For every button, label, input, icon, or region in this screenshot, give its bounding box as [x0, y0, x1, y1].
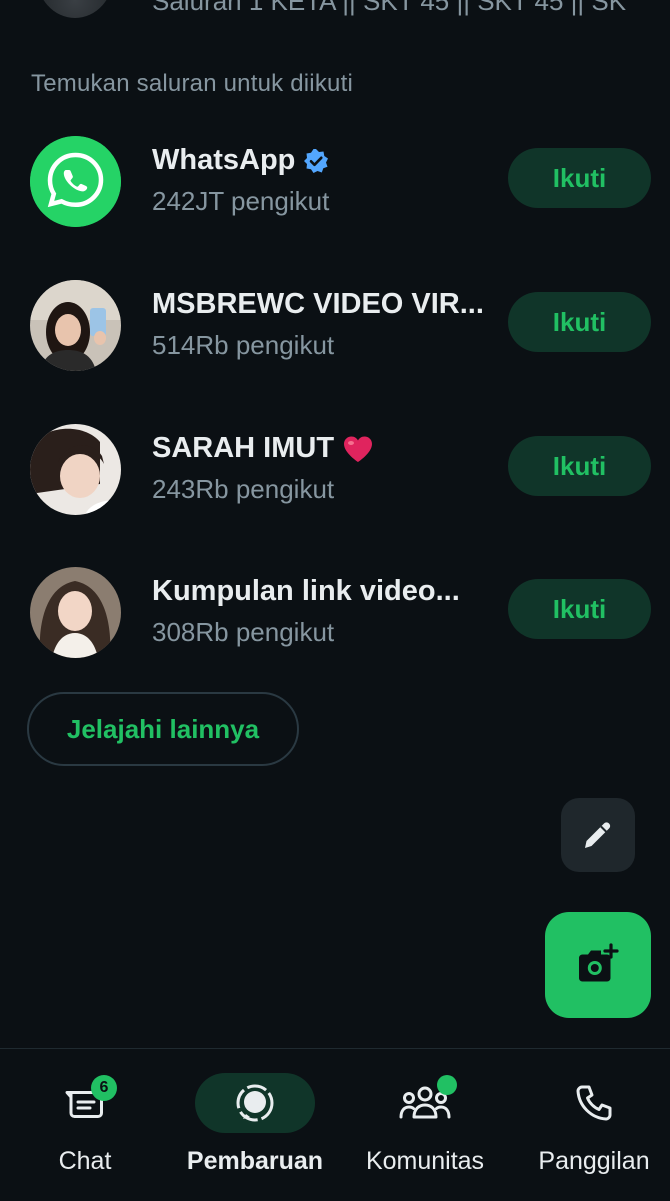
- channel-avatar: [30, 424, 121, 515]
- red-heart-icon: [344, 436, 373, 462]
- profile-photo-icon: [30, 280, 121, 371]
- previous-channel-row-partial[interactable]: Saluran 1 KETA || SKT 45 || SKT 45 || SK: [0, 0, 670, 30]
- unread-count-badge: 6: [91, 1075, 117, 1101]
- follow-button[interactable]: Ikuti: [508, 148, 651, 208]
- verified-badge-icon: [304, 148, 329, 173]
- phone-icon: [576, 1085, 612, 1121]
- channel-row-sarah-imut[interactable]: SARAH IMUT 243Rb pengikut Ikuti: [0, 424, 670, 524]
- channel-avatar: [36, 0, 114, 18]
- channel-name: Kumpulan link video...: [152, 575, 460, 607]
- add-status-camera-button[interactable]: [545, 912, 651, 1018]
- nav-label: Chat: [58, 1147, 112, 1175]
- nav-label: Komunitas: [365, 1147, 485, 1175]
- channel-row-kumpulan-link[interactable]: Kumpulan link video... 308Rb pengikut Ik…: [0, 567, 670, 667]
- nav-chat[interactable]: 6 Chat: [1, 1049, 169, 1201]
- channel-row-whatsapp[interactable]: WhatsApp 242JT pengikut Ikuti: [0, 136, 670, 236]
- section-title: Temukan saluran untuk diikuti: [31, 70, 353, 97]
- explore-more-button[interactable]: Jelajahi lainnya: [27, 692, 299, 766]
- follow-button[interactable]: Ikuti: [508, 579, 651, 639]
- bottom-navigation: 6 Chat Pembaruan Komunitas Panggilan: [0, 1048, 670, 1201]
- updates-icon: [236, 1084, 274, 1122]
- channel-followers: 514Rb pengikut: [152, 330, 335, 360]
- follow-button[interactable]: Ikuti: [508, 436, 651, 496]
- whatsapp-logo-icon: [30, 136, 121, 227]
- nav-communities[interactable]: Komunitas: [341, 1049, 509, 1201]
- nav-label: Pembaruan: [186, 1147, 324, 1175]
- camera-plus-icon: [579, 943, 619, 982]
- new-activity-dot: [437, 1075, 457, 1095]
- channel-name: SARAH IMUT: [152, 432, 374, 465]
- channel-followers: 242JT pengikut: [152, 186, 330, 216]
- nav-label: Panggilan: [538, 1147, 650, 1175]
- write-status-button[interactable]: [561, 798, 635, 872]
- follow-button[interactable]: Ikuti: [508, 292, 651, 352]
- channel-last-message: Saluran 1 KETA || SKT 45 || SKT 45 || SK: [152, 0, 627, 16]
- channel-name: MSBREWC VIDEO VIR...: [152, 288, 484, 320]
- channel-avatar: [30, 136, 121, 227]
- profile-photo-icon: [30, 567, 121, 658]
- profile-photo-icon: [30, 424, 121, 515]
- nav-calls[interactable]: Panggilan: [510, 1049, 670, 1201]
- channel-name: WhatsApp: [152, 144, 329, 177]
- nav-updates[interactable]: Pembaruan: [171, 1049, 339, 1201]
- channel-avatar: [30, 280, 121, 371]
- pencil-icon: [585, 822, 611, 848]
- channel-followers: 308Rb pengikut: [152, 617, 335, 647]
- channel-avatar: [30, 567, 121, 658]
- channel-followers: 243Rb pengikut: [152, 474, 335, 504]
- channel-row-msbrewc[interactable]: MSBREWC VIDEO VIR... 514Rb pengikut Ikut…: [0, 280, 670, 380]
